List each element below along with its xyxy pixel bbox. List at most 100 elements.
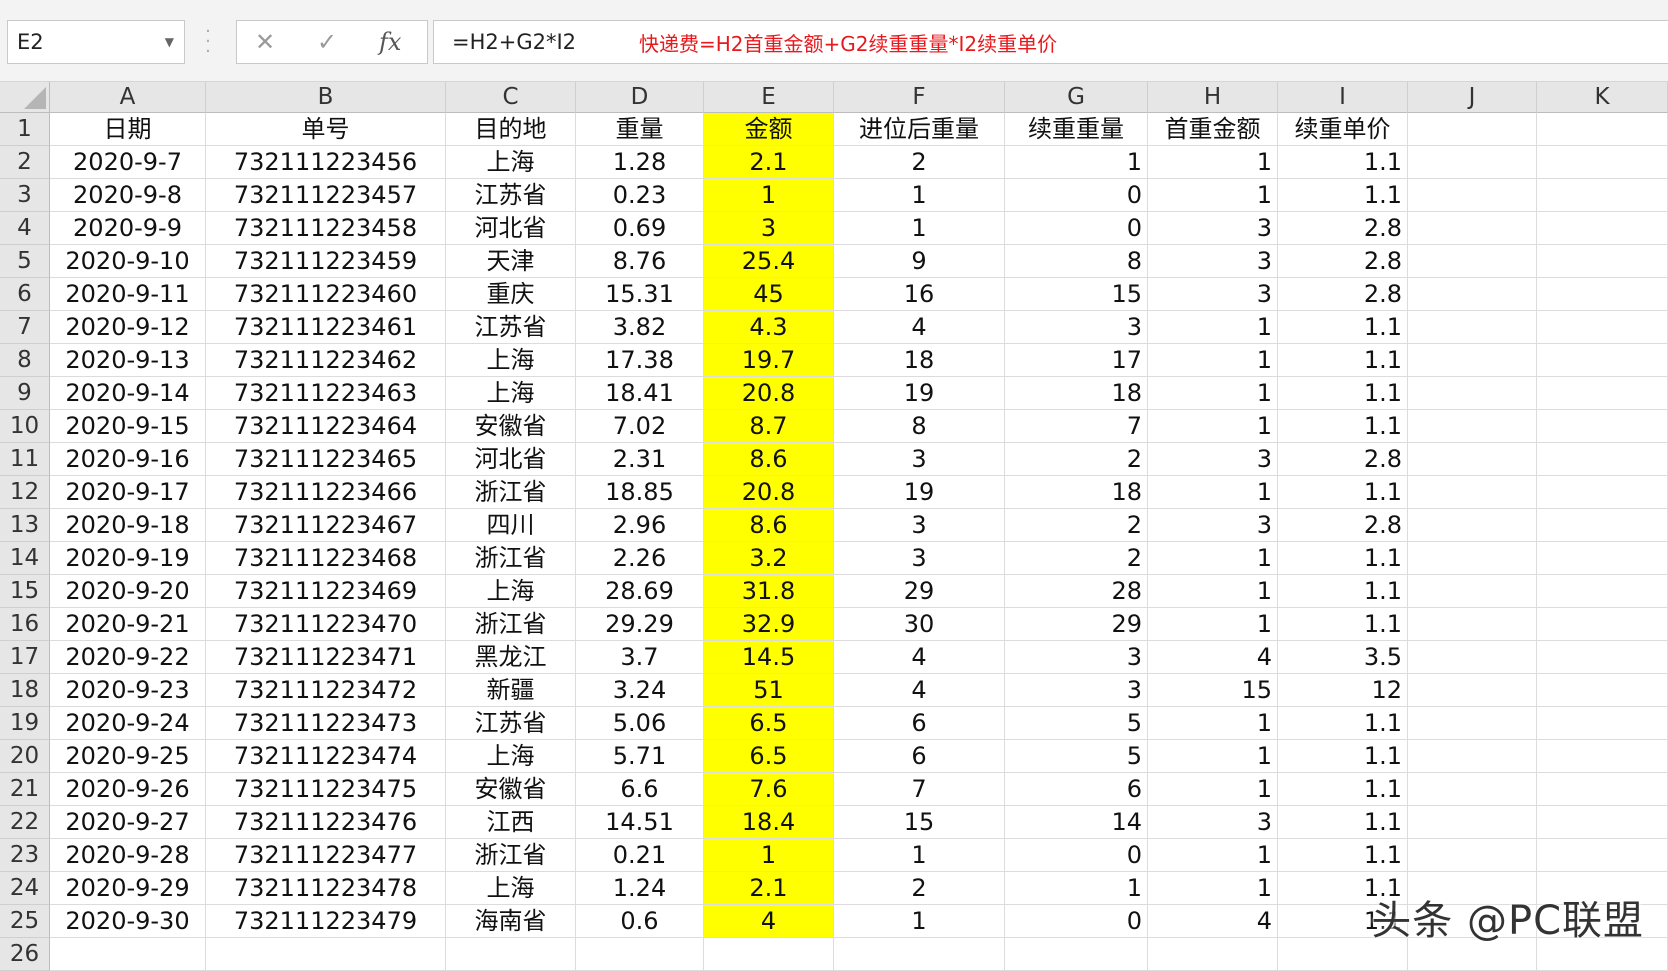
empty-cell[interactable]: [1408, 179, 1537, 212]
table-cell[interactable]: 732111223457: [206, 179, 446, 212]
column-header-c[interactable]: C: [446, 82, 576, 113]
enter-icon[interactable]: ✓: [317, 21, 337, 63]
table-cell[interactable]: 0: [1005, 839, 1148, 872]
table-cell[interactable]: 732111223458: [206, 212, 446, 245]
table-cell[interactable]: 732111223456: [206, 146, 446, 179]
column-header-d[interactable]: D: [576, 82, 704, 113]
table-cell[interactable]: 732111223459: [206, 245, 446, 278]
table-cell[interactable]: 安徽省: [446, 773, 576, 806]
table-cell[interactable]: 1: [1148, 344, 1278, 377]
table-cell[interactable]: 1: [834, 212, 1005, 245]
table-cell[interactable]: 8.6: [704, 443, 834, 476]
row-header[interactable]: 19: [0, 707, 50, 740]
header-cell[interactable]: 目的地: [446, 113, 576, 146]
table-cell[interactable]: 1: [834, 839, 1005, 872]
table-cell[interactable]: 2020-9-30: [50, 905, 206, 938]
table-cell[interactable]: 2.31: [576, 443, 704, 476]
table-cell[interactable]: 29: [834, 575, 1005, 608]
table-cell[interactable]: 2020-9-22: [50, 641, 206, 674]
table-cell[interactable]: 28.69: [576, 575, 704, 608]
formula-input[interactable]: =H2+G2*I2 快递费=H2首重金额+G2续重重量*I2续重单价: [433, 20, 1668, 64]
table-cell[interactable]: 18: [834, 344, 1005, 377]
table-cell[interactable]: 江苏省: [446, 179, 576, 212]
column-header-a[interactable]: A: [50, 82, 206, 113]
table-cell[interactable]: 4: [834, 674, 1005, 707]
empty-cell[interactable]: [1408, 245, 1537, 278]
table-cell[interactable]: 18: [1005, 377, 1148, 410]
table-cell[interactable]: 2: [834, 872, 1005, 905]
empty-cell[interactable]: [1408, 410, 1537, 443]
column-header-f[interactable]: F: [834, 82, 1005, 113]
table-cell[interactable]: 2020-9-28: [50, 839, 206, 872]
empty-cell[interactable]: [1537, 476, 1668, 509]
table-cell[interactable]: 19: [834, 476, 1005, 509]
table-cell[interactable]: 45: [704, 278, 834, 311]
table-cell[interactable]: 2.8: [1278, 509, 1408, 542]
table-cell[interactable]: 2.1: [704, 146, 834, 179]
table-cell[interactable]: 2.96: [576, 509, 704, 542]
table-cell[interactable]: 7: [834, 773, 1005, 806]
empty-cell[interactable]: [1408, 839, 1537, 872]
column-header-g[interactable]: G: [1005, 82, 1148, 113]
table-cell[interactable]: 2020-9-21: [50, 608, 206, 641]
row-header[interactable]: 24: [0, 872, 50, 905]
table-cell[interactable]: 2020-9-16: [50, 443, 206, 476]
table-cell[interactable]: 3: [1005, 674, 1148, 707]
table-cell[interactable]: 江苏省: [446, 707, 576, 740]
fx-icon[interactable]: fx: [379, 21, 401, 63]
table-cell[interactable]: 1: [704, 179, 834, 212]
table-cell[interactable]: 3: [1005, 641, 1148, 674]
table-cell[interactable]: 1.24: [576, 872, 704, 905]
empty-cell[interactable]: [1408, 146, 1537, 179]
table-cell[interactable]: 2: [1005, 509, 1148, 542]
table-cell[interactable]: 2020-9-20: [50, 575, 206, 608]
table-cell[interactable]: 732111223465: [206, 443, 446, 476]
more-options-icon[interactable]: · · ·: [203, 23, 213, 61]
table-cell[interactable]: 732111223474: [206, 740, 446, 773]
empty-cell[interactable]: [1408, 806, 1537, 839]
table-cell[interactable]: 浙江省: [446, 839, 576, 872]
select-all-corner[interactable]: [0, 82, 50, 113]
empty-cell[interactable]: [834, 938, 1005, 971]
row-header[interactable]: 8: [0, 344, 50, 377]
table-cell[interactable]: 15: [1005, 278, 1148, 311]
table-cell[interactable]: 上海: [446, 377, 576, 410]
table-cell[interactable]: 1: [1148, 740, 1278, 773]
table-cell[interactable]: 1: [1005, 872, 1148, 905]
empty-cell[interactable]: [1537, 443, 1668, 476]
table-cell[interactable]: 3.24: [576, 674, 704, 707]
table-cell[interactable]: 4: [834, 311, 1005, 344]
table-cell[interactable]: 1.1: [1278, 608, 1408, 641]
table-cell[interactable]: 8.6: [704, 509, 834, 542]
name-box[interactable]: E2 ▼: [7, 20, 185, 64]
table-cell[interactable]: 1: [834, 179, 1005, 212]
empty-cell[interactable]: [1408, 476, 1537, 509]
table-cell[interactable]: 15: [834, 806, 1005, 839]
empty-cell[interactable]: [1408, 377, 1537, 410]
empty-cell[interactable]: [1537, 806, 1668, 839]
empty-cell[interactable]: [1537, 839, 1668, 872]
table-cell[interactable]: 1.1: [1278, 344, 1408, 377]
table-cell[interactable]: 2.1: [704, 872, 834, 905]
table-cell[interactable]: 3: [1148, 806, 1278, 839]
table-cell[interactable]: 上海: [446, 575, 576, 608]
table-cell[interactable]: 732111223463: [206, 377, 446, 410]
table-cell[interactable]: 2020-9-8: [50, 179, 206, 212]
table-cell[interactable]: 2.26: [576, 542, 704, 575]
empty-cell[interactable]: [1408, 542, 1537, 575]
table-cell[interactable]: 上海: [446, 344, 576, 377]
empty-cell[interactable]: [1408, 575, 1537, 608]
row-header[interactable]: 25: [0, 905, 50, 938]
column-header-i[interactable]: I: [1278, 82, 1408, 113]
table-cell[interactable]: 1: [1148, 377, 1278, 410]
table-cell[interactable]: 7.02: [576, 410, 704, 443]
row-header[interactable]: 5: [0, 245, 50, 278]
table-cell[interactable]: 2020-9-18: [50, 509, 206, 542]
table-cell[interactable]: 18.85: [576, 476, 704, 509]
table-cell[interactable]: 1.1: [1278, 773, 1408, 806]
table-cell[interactable]: 4.3: [704, 311, 834, 344]
empty-cell[interactable]: [1537, 641, 1668, 674]
table-cell[interactable]: 31.8: [704, 575, 834, 608]
table-cell[interactable]: 4: [704, 905, 834, 938]
table-cell[interactable]: 3: [1148, 443, 1278, 476]
